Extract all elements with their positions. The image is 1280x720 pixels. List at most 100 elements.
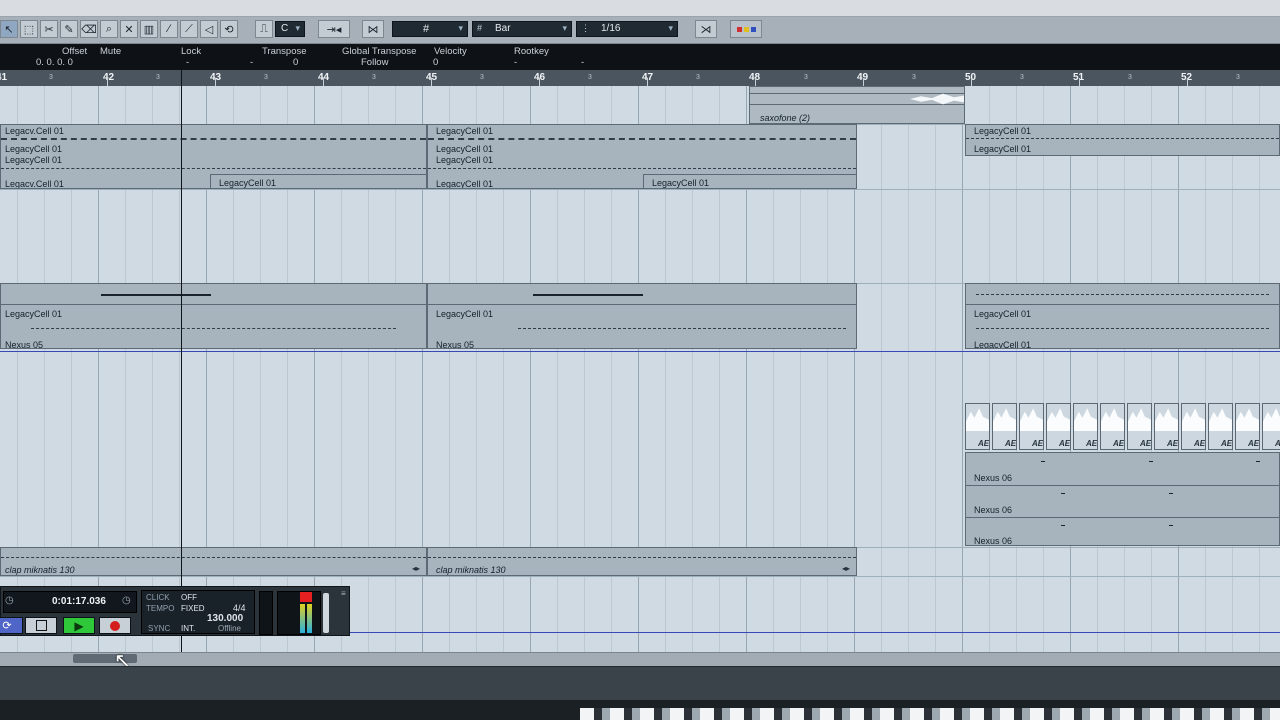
- tempo-mode[interactable]: FIXED: [181, 604, 205, 613]
- beat-number: 3: [264, 74, 268, 81]
- lock-extra-value[interactable]: -: [250, 57, 253, 68]
- draw-tool-icon[interactable]: ✎: [60, 20, 78, 38]
- part-label: Nexus 06: [974, 505, 1013, 515]
- audio-event[interactable]: AE: [1100, 403, 1125, 450]
- rootkey-value[interactable]: -: [514, 57, 517, 68]
- tempo-value[interactable]: 130.000: [207, 613, 243, 624]
- time-warp-tool-icon[interactable]: ▥: [140, 20, 158, 38]
- midi-events: [518, 328, 846, 329]
- click-state[interactable]: OFF: [181, 593, 197, 602]
- part-label: clap miknatis 130: [5, 565, 75, 575]
- part-label: LegacyCell 01: [5, 155, 63, 165]
- audio-event[interactable]: AE: [1073, 403, 1098, 450]
- audio-event-label: AE: [1221, 439, 1233, 448]
- part-label: LegacyCell 01: [652, 178, 710, 188]
- cycle-button[interactable]: ⟳: [0, 617, 23, 634]
- playback-cursor[interactable]: [181, 70, 182, 652]
- mute-tool-icon[interactable]: ✕: [120, 20, 138, 38]
- audio-event[interactable]: AE: [1046, 403, 1071, 450]
- erase-tool-icon[interactable]: ⌫: [80, 20, 98, 38]
- beat-number: 3: [696, 74, 700, 81]
- snap-type-icon[interactable]: ⎍: [255, 20, 273, 38]
- clock-icon: ◷: [5, 595, 14, 606]
- global-transpose-value[interactable]: Follow: [361, 57, 388, 68]
- scrub-tool-icon[interactable]: ⟲: [220, 20, 238, 38]
- midi-events: [1061, 525, 1065, 526]
- quantize-dropdown[interactable]: ⋮ 1/16 ▾: [576, 21, 678, 37]
- bar-ruler[interactable]: 41 42 43 44 45 46 47 48 49 50 51 52 3 3 …: [0, 70, 1280, 87]
- horizontal-scrollbar[interactable]: [0, 652, 1280, 666]
- sync-mode[interactable]: INT.: [181, 624, 195, 633]
- midi-part-legacycell[interactable]: LegacyCell 01 LegacyCell 01: [965, 124, 1280, 156]
- part-label: LegacyCell 01: [974, 144, 1032, 154]
- midi-part-legacycell[interactable]: LegacyCell 01 LegacyCell 01: [965, 283, 1280, 349]
- part-resize-icon[interactable]: ◂▸: [842, 564, 850, 573]
- meter-bar: [300, 604, 305, 633]
- autoscroll-icon[interactable]: ⇥◂: [318, 20, 350, 38]
- time-signature[interactable]: 4/4: [233, 603, 246, 613]
- record-button[interactable]: [99, 617, 131, 634]
- midi-part-legacycell[interactable]: LegacyCell 01: [643, 174, 857, 189]
- output-meter: [277, 591, 321, 635]
- audio-hits: [1, 557, 426, 558]
- beat-number: 3: [1020, 74, 1024, 81]
- stop-button[interactable]: [25, 617, 57, 634]
- midi-part-legacycell[interactable]: LegacyCell 01 Nexus 05: [0, 283, 427, 349]
- pencil-tool-icon[interactable]: ∕: [160, 20, 178, 38]
- arrangement-area[interactable]: saxofone (2) Legacv.Cell 01 LegacyCell 0…: [0, 86, 1280, 652]
- collapse-icon[interactable]: ≡: [341, 589, 346, 598]
- midi-part-legacycell[interactable]: LegacyCell 01: [210, 174, 427, 189]
- split-tool-icon[interactable]: ✂: [40, 20, 58, 38]
- part-divider: [966, 517, 1279, 518]
- lock-value[interactable]: -: [186, 57, 189, 68]
- audio-event[interactable]: AE: [1262, 403, 1280, 450]
- offset-value[interactable]: 0. 0. 0. 0: [36, 57, 73, 68]
- audio-event[interactable]: AE: [1127, 403, 1152, 450]
- midi-part-legacycell[interactable]: LegacyCell 01 Nexus 05: [427, 283, 857, 349]
- audio-part-saxofone[interactable]: saxofone (2): [749, 86, 965, 124]
- velocity-value[interactable]: 0: [433, 57, 438, 68]
- waveform: [1101, 408, 1124, 431]
- play-button[interactable]: ▶: [63, 617, 95, 634]
- quantize-settings-icon[interactable]: ⋊: [695, 20, 717, 38]
- color-palette-icon[interactable]: [730, 20, 762, 38]
- clip-indicator[interactable]: [300, 592, 312, 602]
- velocity-header: Velocity: [434, 46, 467, 57]
- part-label: LegacyCell 01: [974, 126, 1032, 136]
- audio-event[interactable]: AE: [992, 403, 1017, 450]
- rootkey-extra-value[interactable]: -: [581, 57, 584, 68]
- audio-event[interactable]: AE: [1208, 403, 1233, 450]
- snap-zero-crossing-icon[interactable]: ⋈: [362, 20, 384, 38]
- time-display[interactable]: ◷ 0:01:17.036 ◷: [3, 591, 137, 613]
- midi-part-nexus06[interactable]: Nexus 06 Nexus 06 Nexus 06: [965, 452, 1280, 546]
- quantize-icon: ⋮: [581, 23, 590, 33]
- rootkey-header: Rootkey: [514, 46, 549, 57]
- audio-part-clap[interactable]: clap miknatis 130 ◂▸: [427, 547, 857, 576]
- audio-event[interactable]: AE: [965, 403, 990, 450]
- transpose-value[interactable]: 0: [293, 57, 298, 68]
- grid-type-dropdown[interactable]: # Bar ▾: [472, 21, 572, 37]
- play-tool-icon[interactable]: ◁: [200, 20, 218, 38]
- audio-event[interactable]: AE: [1019, 403, 1044, 450]
- audio-part-clap[interactable]: clap miknatis 130 ◂▸: [0, 547, 427, 576]
- part-resize-icon[interactable]: ◂▸: [412, 564, 420, 573]
- object-select-tool-icon[interactable]: ↖: [0, 20, 18, 38]
- volume-fader[interactable]: [323, 593, 329, 633]
- zoom-tool-icon[interactable]: ⌕: [100, 20, 118, 38]
- part-label: LegacyCell 01: [974, 340, 1032, 349]
- audio-event[interactable]: AE: [1181, 403, 1206, 450]
- audio-event-label: AE: [1113, 439, 1125, 448]
- audio-event[interactable]: AE: [1235, 403, 1260, 450]
- line-tool-icon[interactable]: ⟋: [180, 20, 198, 38]
- bar-number: 42: [103, 72, 115, 83]
- midi-events: [1, 168, 426, 169]
- audio-event-label: AE: [1248, 439, 1260, 448]
- grid-display-dropdown[interactable]: # ▾: [392, 21, 468, 37]
- time-format-icon[interactable]: ◷: [122, 595, 131, 606]
- ruler-tick: [755, 78, 756, 86]
- footer-strip: [0, 700, 1280, 720]
- audio-event[interactable]: AE: [1154, 403, 1179, 450]
- waveform: [993, 408, 1016, 431]
- range-select-tool-icon[interactable]: ⬚: [20, 20, 38, 38]
- snap-value-dropdown[interactable]: C ▾: [275, 21, 305, 37]
